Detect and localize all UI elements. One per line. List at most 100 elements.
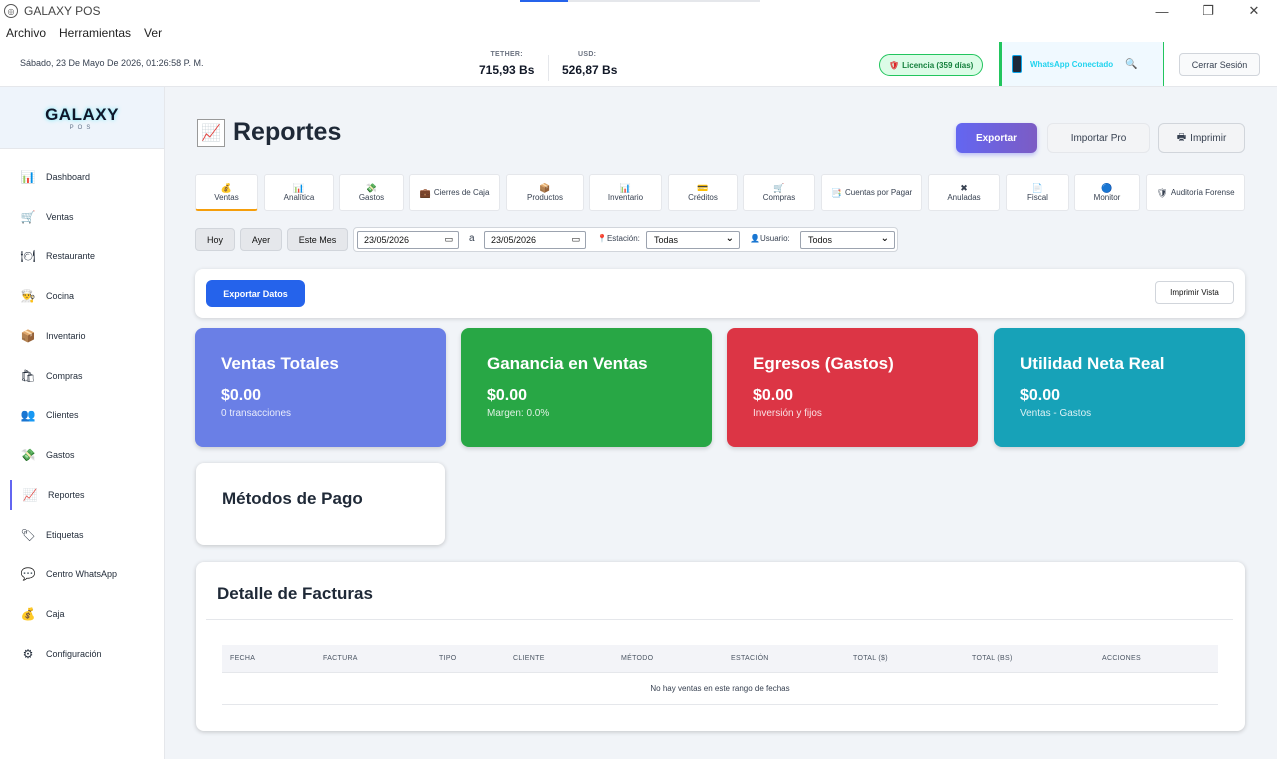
sidebar-item-etiquetas[interactable]: 🏷 Etiquetas: [10, 520, 160, 550]
tab-inventario[interactable]: 📊 Inventario: [589, 174, 662, 211]
bar-chart-icon: 📊: [20, 170, 36, 184]
rate-tether-value: 715,93 Bs: [479, 63, 535, 77]
sidebar-item-gastos[interactable]: 💸 Gastos: [10, 440, 160, 470]
filter-this-month-button[interactable]: Este Mes: [287, 228, 348, 251]
logout-button[interactable]: Cerrar Sesión: [1179, 53, 1260, 76]
progress-fill: [520, 0, 568, 2]
sidebar-item-centro-whatsapp[interactable]: 💬 Centro WhatsApp: [10, 559, 160, 589]
invoice-details-title: Detalle de Facturas: [217, 584, 373, 603]
calendar-icon[interactable]: ▭: [571, 234, 580, 245]
tab-icon: 🛡: [1156, 187, 1168, 198]
minimize-icon[interactable]: —: [1139, 0, 1185, 22]
rate-tether-label: TETHER:: [490, 51, 523, 58]
table-header: FECHA FACTURA TIPO CLIENTE MÉTODO ESTACIÓN TOT…: [222, 645, 1218, 673]
sidebar-item-inventario[interactable]: 📦 Inventario: [10, 321, 160, 351]
chevron-down-icon: ⌄: [725, 233, 734, 244]
filter-today-button[interactable]: Hoy: [195, 228, 235, 251]
print-view-button[interactable]: Imprimir Vista: [1155, 281, 1234, 304]
column-header: TOTAL ($): [853, 655, 888, 662]
tab-analítica[interactable]: 📊 Analítica: [264, 174, 334, 211]
logo-subtext: POS: [69, 124, 95, 131]
date-to-value: 23/05/2026: [491, 235, 537, 245]
sidebar-item-label: Compras: [46, 371, 83, 381]
export-button[interactable]: Exportar: [956, 123, 1037, 153]
column-header: ESTACIÓN: [731, 655, 769, 662]
tab-label: Monitor: [1093, 193, 1121, 202]
title-bar: ◎ GALAXY POS — ❐ ✕: [0, 0, 1277, 22]
sidebar-item-ventas[interactable]: 🛒 Ventas: [10, 202, 160, 232]
page-header: 📈 Reportes: [197, 118, 341, 147]
tab-compras[interactable]: 🛒 Compras: [743, 174, 815, 211]
sidebar-item-dashboard[interactable]: 📊 Dashboard: [10, 162, 160, 192]
tab-monitor[interactable]: 🔵 Monitor: [1074, 174, 1140, 211]
filter-group: 23/05/2026 ▭ a 23/05/2026 ▭ 📍Estación: T…: [353, 227, 898, 252]
current-datetime: Sábado, 23 De Mayo De 2026, 01:26:58 P. …: [20, 58, 204, 68]
maximize-icon[interactable]: ❐: [1185, 0, 1231, 22]
sidebar-item-label: Inventario: [46, 331, 86, 341]
tab-label: Cierres de Caja: [433, 188, 490, 197]
tab-label: Productos: [526, 193, 564, 202]
summary-card: Egresos (Gastos) $0.00 Inversión y fijos: [727, 328, 978, 447]
tab-créditos[interactable]: 💳 Créditos: [668, 174, 738, 211]
sidebar-item-compras[interactable]: 🛍 Compras: [10, 361, 160, 391]
tab-label: Analítica: [283, 193, 315, 202]
menu-ver[interactable]: Ver: [144, 26, 162, 40]
rate-usd-value: 526,87 Bs: [562, 63, 618, 77]
tab-icon: 📊: [619, 183, 632, 193]
tab-label: Compras: [762, 193, 796, 202]
tab-cierres-de-caja[interactable]: 💼 Cierres de Caja: [409, 174, 500, 211]
tab-ventas[interactable]: 💰 Ventas: [195, 174, 258, 211]
export-data-button[interactable]: Exportar Datos: [206, 280, 305, 307]
column-header: ACCIONES: [1102, 655, 1141, 662]
tab-cuentas-por-pagar[interactable]: 📑 Cuentas por Pagar: [821, 174, 922, 211]
menu-archivo[interactable]: Archivo: [6, 26, 46, 40]
whatsapp-status[interactable]: WhatsApp Conectado 🔍: [999, 42, 1164, 86]
users-icon: 👥: [20, 408, 36, 422]
license-text: Licencia (359 días): [902, 60, 974, 70]
rate-divider: [548, 55, 549, 81]
date-from-input[interactable]: 23/05/2026 ▭: [357, 231, 459, 249]
sidebar-item-label: Gastos: [46, 450, 75, 460]
tab-gastos[interactable]: 💸 Gastos: [339, 174, 404, 211]
filter-yesterday-button[interactable]: Ayer: [240, 228, 282, 251]
print-button[interactable]: 🖶 Imprimir: [1158, 123, 1245, 153]
tab-label: Gastos: [358, 193, 385, 202]
printer-icon: 🖶: [1176, 131, 1187, 143]
user-select[interactable]: Todos ⌄: [800, 231, 895, 249]
tab-fiscal[interactable]: 📄 Fiscal: [1006, 174, 1069, 211]
menu-herramientas[interactable]: Herramientas: [59, 26, 131, 40]
station-label: 📍Estación:: [597, 234, 640, 243]
station-select[interactable]: Todas ⌄: [646, 231, 740, 249]
tab-auditoría-forense[interactable]: 🛡 Auditoría Forense: [1146, 174, 1245, 211]
summary-card-value: $0.00: [753, 387, 794, 404]
sidebar-item-caja[interactable]: 💰 Caja: [10, 599, 160, 629]
date-to-input[interactable]: 23/05/2026 ▭: [484, 231, 586, 249]
close-icon[interactable]: ✕: [1231, 0, 1277, 22]
tab-icon: 🔵: [1101, 183, 1113, 193]
tab-icon: 💼: [419, 187, 431, 198]
tab-icon: 💸: [365, 183, 378, 193]
chat-icon: 💬: [20, 567, 36, 581]
tab-label: Fiscal: [1027, 193, 1048, 202]
trend-chart-icon: 📈: [197, 118, 225, 147]
tag-icon: 🏷: [20, 528, 36, 542]
station-value: Todas: [654, 235, 679, 245]
sidebar-item-clientes[interactable]: 👥 Clientes: [10, 400, 160, 430]
sidebar-item-label: Cocina: [46, 291, 75, 301]
sidebar-item-configuración[interactable]: ⚙ Configuración: [10, 639, 160, 669]
import-pro-button[interactable]: Importar Pro: [1047, 123, 1150, 153]
tab-anuladas[interactable]: ✖ Anuladas: [928, 174, 1000, 211]
calendar-icon[interactable]: ▭: [444, 234, 453, 245]
sidebar-item-cocina[interactable]: 👨‍🍳 Cocina: [10, 281, 160, 311]
sidebar-item-restaurante[interactable]: 🍽 Restaurante: [10, 241, 160, 271]
summary-card-value: $0.00: [487, 387, 528, 404]
money-icon: 💸: [20, 448, 36, 462]
sidebar-item-reportes[interactable]: 📈 Reportes: [10, 480, 160, 510]
shopping-bags-icon: 🛍: [20, 369, 36, 383]
search-icon[interactable]: 🔍: [1125, 59, 1137, 70]
tab-productos[interactable]: 📦 Productos: [506, 174, 584, 211]
tab-label: Ventas: [214, 192, 239, 202]
menu-bar: Archivo Herramientas Ver: [0, 22, 1277, 43]
whatsapp-status-text: WhatsApp Conectado: [1030, 59, 1114, 69]
license-badge[interactable]: 🛡 Licencia (359 días): [879, 54, 984, 76]
